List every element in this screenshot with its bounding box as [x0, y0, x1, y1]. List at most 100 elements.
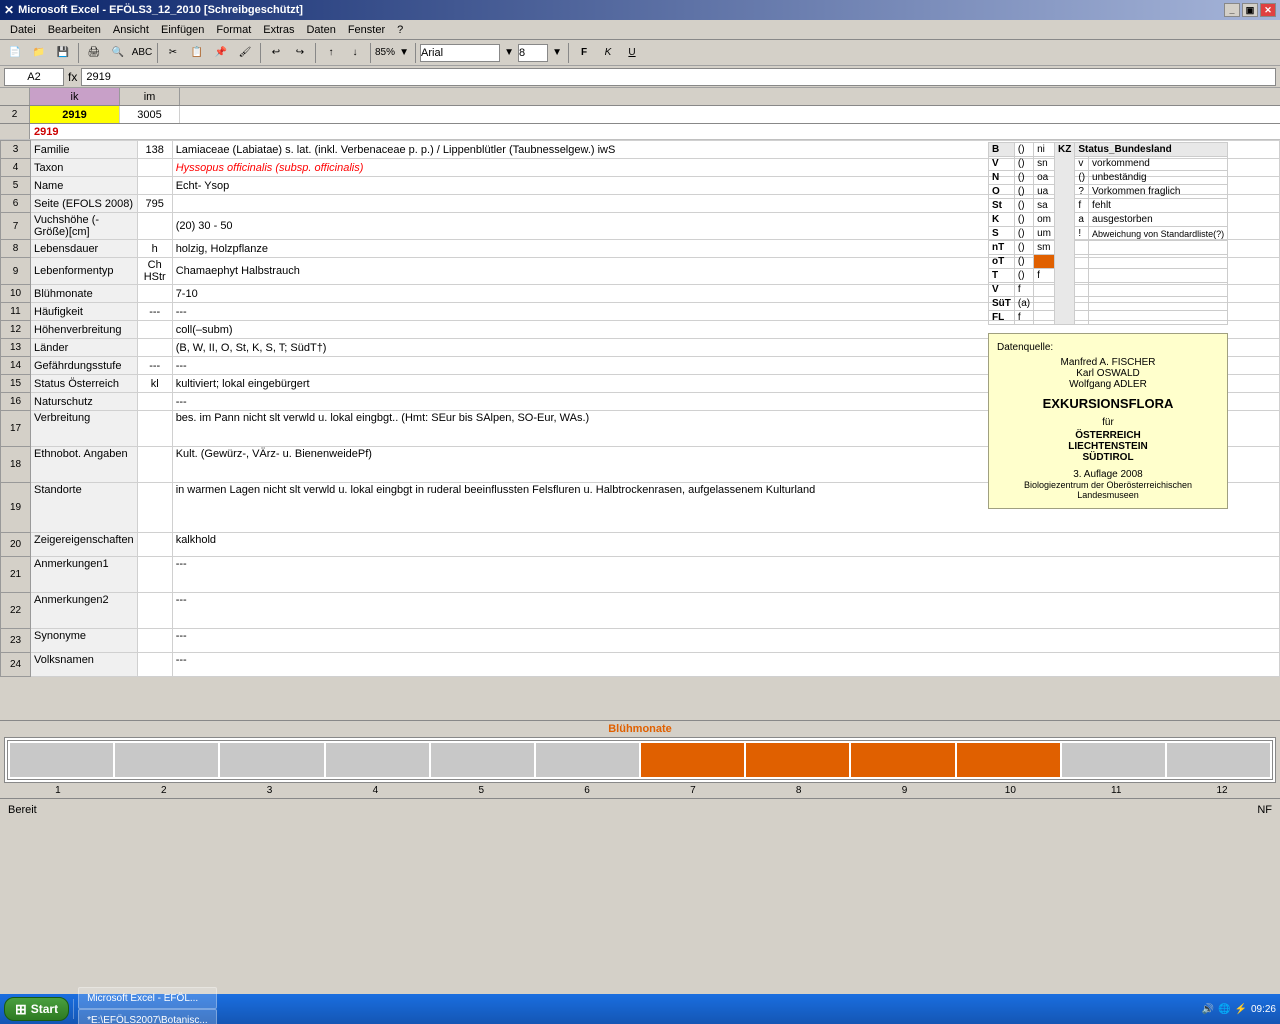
save-button[interactable]: 💾: [52, 42, 74, 64]
status-right: NF: [1257, 804, 1272, 816]
field-label-8: Häufigkeit: [31, 303, 138, 321]
minimize-button[interactable]: _: [1224, 3, 1240, 17]
start-button[interactable]: ⊞ Start: [4, 997, 69, 1021]
row-num-12: 12: [1, 321, 31, 339]
separator-4: [315, 43, 316, 63]
table-row: 20 Zeigereigenschaften kalkhold: [1, 533, 1280, 557]
open-button[interactable]: 📁: [28, 42, 50, 64]
datasource-author1: Manfred A. FISCHER: [997, 357, 1219, 368]
menu-format[interactable]: Format: [210, 22, 257, 38]
separator-5: [370, 43, 371, 63]
datasource-title: EXKURSIONSFLORA: [997, 396, 1219, 411]
nf-indicator: NF: [1257, 804, 1272, 816]
field-label-11: Gefährdungsstufe: [31, 357, 138, 375]
font-name-input[interactable]: [420, 44, 500, 62]
menu-datei[interactable]: Datei: [4, 22, 42, 38]
row-num-15: 15: [1, 375, 31, 393]
field-label-10: Länder: [31, 339, 138, 357]
bluh-bar-5: [431, 743, 534, 777]
field-label-4: Vuchshöhe (-Größe)[cm]: [31, 213, 138, 240]
row-num-2: 2: [0, 106, 30, 123]
menu-extras[interactable]: Extras: [257, 22, 300, 38]
table-row: 22 Anmerkungen2 ---: [1, 593, 1280, 629]
row-num-23: 23: [1, 629, 31, 653]
window-controls[interactable]: _ ▣ ✕: [1224, 3, 1276, 17]
status-bar: Bereit NF: [0, 798, 1280, 820]
sort-asc-button[interactable]: ↑: [320, 42, 342, 64]
fontsize-dropdown[interactable]: ▼: [550, 42, 564, 64]
field-num-2: [137, 177, 172, 195]
row-num-4: 4: [1, 159, 31, 177]
close-button[interactable]: ✕: [1260, 3, 1276, 17]
paste-button[interactable]: 📌: [210, 42, 232, 64]
field-num-7: [137, 285, 172, 303]
field-label-0: Familie: [31, 141, 138, 159]
title-text: Microsoft Excel - EFÖLS3_12_2010 [Schrei…: [18, 4, 303, 16]
redo-button[interactable]: ↪: [289, 42, 311, 64]
bluh-month-label-5: 5: [429, 785, 533, 796]
font-dropdown[interactable]: ▼: [502, 42, 516, 64]
copy-button[interactable]: 📋: [186, 42, 208, 64]
row-num-22: 22: [1, 593, 31, 629]
row-num-8: 8: [1, 240, 31, 258]
field-num-11: ---: [137, 357, 172, 375]
spell-button[interactable]: ABC: [131, 42, 153, 64]
field-value-21[interactable]: ---: [172, 653, 1279, 677]
cell-ik-value[interactable]: 2919: [30, 106, 120, 123]
underline-button[interactable]: U: [621, 42, 643, 64]
menu-bar: Datei Bearbeiten Ansicht Einfügen Format…: [0, 20, 1280, 40]
row-num-14: 14: [1, 357, 31, 375]
taskbar-item-1[interactable]: *E:\EFÖLS2007\Botanisc...: [78, 1009, 217, 1024]
preview-button[interactable]: 🔍: [107, 42, 129, 64]
bluh-bar-4: [326, 743, 429, 777]
row-num-5: 5: [1, 177, 31, 195]
field-value-19[interactable]: ---: [172, 593, 1279, 629]
menu-daten[interactable]: Daten: [300, 22, 341, 38]
cut-button[interactable]: ✂: [162, 42, 184, 64]
bold-button[interactable]: F: [573, 42, 595, 64]
undo-button[interactable]: ↩: [265, 42, 287, 64]
sort-desc-button[interactable]: ↓: [344, 42, 366, 64]
field-num-9: [137, 321, 172, 339]
field-num-6: Ch HStr: [137, 258, 172, 285]
restore-button[interactable]: ▣: [1242, 3, 1258, 17]
status-ready: Bereit: [8, 804, 37, 816]
bluh-bar-8: [746, 743, 849, 777]
menu-help[interactable]: ?: [391, 22, 409, 38]
field-label-16: Standorte: [31, 483, 138, 533]
cell-im-value[interactable]: 3005: [120, 106, 180, 123]
row-num-17: 17: [1, 411, 31, 447]
row-num-7: 7: [1, 213, 31, 240]
bluh-month-label-9: 9: [853, 785, 957, 796]
title-bar: ✕ Microsoft Excel - EFÖLS3_12_2010 [Schr…: [0, 0, 1280, 20]
new-button[interactable]: 📄: [4, 42, 26, 64]
col-im-header[interactable]: im: [120, 88, 180, 105]
current-cell-display: 2919: [30, 124, 58, 139]
field-label-1: Taxon: [31, 159, 138, 177]
clock: 09:26: [1251, 1004, 1276, 1015]
field-label-3: Seite (EFOLS 2008): [31, 195, 138, 213]
table-row: 24 Volksnamen ---: [1, 653, 1280, 677]
formula-value: 2919: [81, 68, 1276, 86]
field-value-18[interactable]: ---: [172, 557, 1279, 593]
datasource-edition: 3. Auflage 2008: [997, 469, 1219, 480]
bluh-bar-11: [1062, 743, 1165, 777]
field-value-20[interactable]: ---: [172, 629, 1279, 653]
print-button[interactable]: 🖨: [83, 42, 105, 64]
separator-2: [157, 43, 158, 63]
menu-ansicht[interactable]: Ansicht: [107, 22, 155, 38]
format-painter-button[interactable]: 🖌: [234, 42, 256, 64]
taskbar-item-0[interactable]: Microsoft Excel - EFÖL...: [78, 987, 217, 1009]
font-size-input[interactable]: [518, 44, 548, 62]
col-ik-header[interactable]: ik: [30, 88, 120, 105]
menu-fenster[interactable]: Fenster: [342, 22, 391, 38]
menu-einfugen[interactable]: Einfügen: [155, 22, 210, 38]
datasource-preposition: für: [997, 417, 1219, 428]
menu-bearbeiten[interactable]: Bearbeiten: [42, 22, 107, 38]
cell-reference-input[interactable]: [4, 68, 64, 86]
italic-button[interactable]: K: [597, 42, 619, 64]
field-value-17[interactable]: kalkhold: [172, 533, 1279, 557]
bluhmonate-title: Blühmonate: [4, 723, 1276, 735]
row-num-6: 6: [1, 195, 31, 213]
zoom-dropdown[interactable]: ▼: [397, 42, 411, 64]
